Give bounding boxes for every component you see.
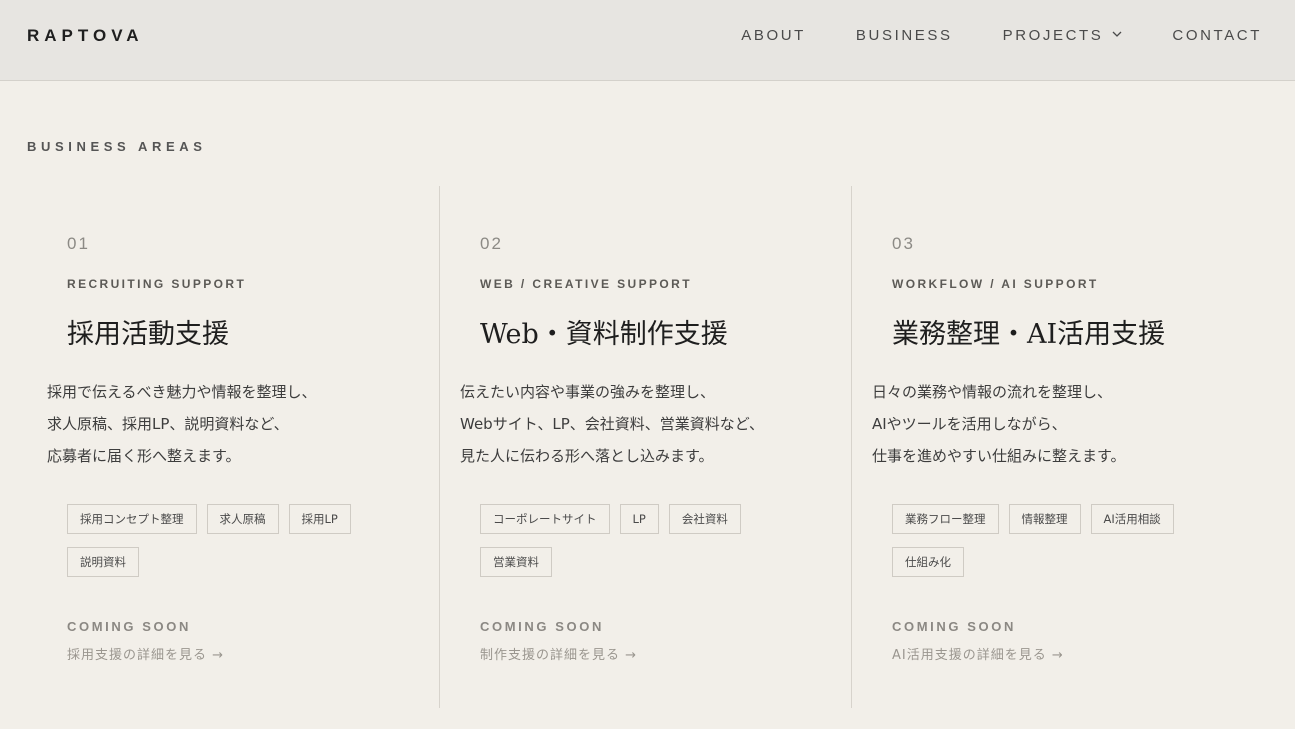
description-line: 求人原稿、採用LP、説明資料など、 bbox=[47, 415, 289, 433]
area-description: 採用で伝えるべき魅力や情報を整理し、 求人原稿、採用LP、説明資料など、 応募者… bbox=[47, 376, 317, 472]
description-line: 応募者に届く形へ整えます。 bbox=[47, 447, 241, 465]
description-line: 仕事を進めやすい仕組みに整えます。 bbox=[872, 447, 1126, 465]
site-logo[interactable]: RAPTOVA bbox=[27, 26, 144, 46]
area-title: 採用活動支援 bbox=[67, 319, 229, 350]
tag: 業務フロー整理 bbox=[892, 504, 999, 534]
area-number: 01 bbox=[67, 234, 90, 253]
tag: 仕組み化 bbox=[892, 547, 964, 577]
business-area-card: 02 WEB / CREATIVE SUPPORT Web・資料制作支援 伝えた… bbox=[439, 186, 851, 708]
status-label: COMING SOON bbox=[480, 619, 604, 634]
tag-list: 業務フロー整理 情報整理 AI活用相談 仕組み化 bbox=[892, 504, 1232, 590]
nav-item-label: ABOUT bbox=[741, 27, 806, 44]
tag: 求人原稿 bbox=[206, 504, 279, 534]
tag-list: コーポレートサイト LP 会社資料 営業資料 bbox=[480, 504, 820, 590]
business-area-card: 01 RECRUITING SUPPORT 採用活動支援 採用で伝えるべき魅力や… bbox=[27, 186, 439, 708]
nav-item-business[interactable]: BUSINESS bbox=[856, 27, 953, 44]
area-number: 02 bbox=[480, 234, 503, 253]
area-number: 03 bbox=[892, 234, 915, 253]
status-label: COMING SOON bbox=[67, 619, 191, 634]
nav-item-contact[interactable]: CONTACT bbox=[1172, 27, 1262, 44]
section-label: BUSINESS AREAS bbox=[27, 139, 207, 154]
details-link[interactable]: 採用支援の詳細を見る → bbox=[67, 644, 224, 663]
tag: 情報整理 bbox=[1008, 504, 1081, 534]
description-line: 採用で伝えるべき魅力や情報を整理し、 bbox=[47, 383, 317, 401]
area-description: 日々の業務や情報の流れを整理し、 AIやツールを活用しながら、 仕事を進めやすい… bbox=[872, 376, 1126, 472]
nav-item-about[interactable]: ABOUT bbox=[741, 27, 806, 44]
tag: 採用LP bbox=[288, 504, 351, 534]
nav-item-label: PROJECTS bbox=[1002, 27, 1104, 44]
nav-item-label: BUSINESS bbox=[855, 27, 953, 44]
tag-list: 採用コンセプト整理 求人原稿 採用LP 説明資料 bbox=[67, 504, 407, 590]
tag: 会社資料 bbox=[668, 504, 741, 534]
details-link[interactable]: 制作支援の詳細を見る → bbox=[480, 644, 637, 663]
chevron-down-icon bbox=[1112, 31, 1122, 37]
nav-item-projects[interactable]: PROJECTS bbox=[1003, 27, 1123, 44]
description-line: 日々の業務や情報の流れを整理し、 bbox=[872, 383, 1113, 401]
tag: 説明資料 bbox=[67, 547, 139, 577]
tag: AI活用相談 bbox=[1090, 504, 1174, 534]
description-line: 見た人に伝わる形へ落とし込みます。 bbox=[460, 447, 714, 465]
business-areas: 01 RECRUITING SUPPORT 採用活動支援 採用で伝えるべき魅力や… bbox=[27, 186, 1264, 708]
business-area-card: 03 WORKFLOW / AI SUPPORT 業務整理・AI活用支援 日々の… bbox=[851, 186, 1263, 708]
details-link[interactable]: AI活用支援の詳細を見る → bbox=[892, 644, 1064, 663]
main-nav: ABOUT BUSINESS PROJECTS CONTACT bbox=[741, 27, 1262, 44]
area-description: 伝えたい内容や事業の強みを整理し、 Webサイト、LP、会社資料、営業資料など、… bbox=[460, 376, 764, 472]
site-header: RAPTOVA ABOUT BUSINESS PROJECTS CONTACT bbox=[0, 0, 1295, 81]
area-subtitle: WORKFLOW / AI SUPPORT bbox=[892, 277, 1099, 291]
description-line: 伝えたい内容や事業の強みを整理し、 bbox=[460, 383, 716, 401]
nav-item-label: CONTACT bbox=[1172, 27, 1262, 44]
area-title: Web・資料制作支援 bbox=[480, 319, 728, 350]
tag: 採用コンセプト整理 bbox=[67, 504, 197, 534]
area-title: 業務整理・AI活用支援 bbox=[892, 319, 1166, 350]
description-line: AIやツールを活用しながら、 bbox=[872, 415, 1067, 433]
description-line: Webサイト、LP、会社資料、営業資料など、 bbox=[460, 415, 765, 433]
area-subtitle: WEB / CREATIVE SUPPORT bbox=[480, 277, 692, 291]
tag: 営業資料 bbox=[480, 547, 552, 577]
tag: コーポレートサイト bbox=[480, 504, 610, 534]
status-label: COMING SOON bbox=[892, 619, 1016, 634]
tag: LP bbox=[619, 504, 659, 534]
area-subtitle: RECRUITING SUPPORT bbox=[67, 277, 247, 291]
